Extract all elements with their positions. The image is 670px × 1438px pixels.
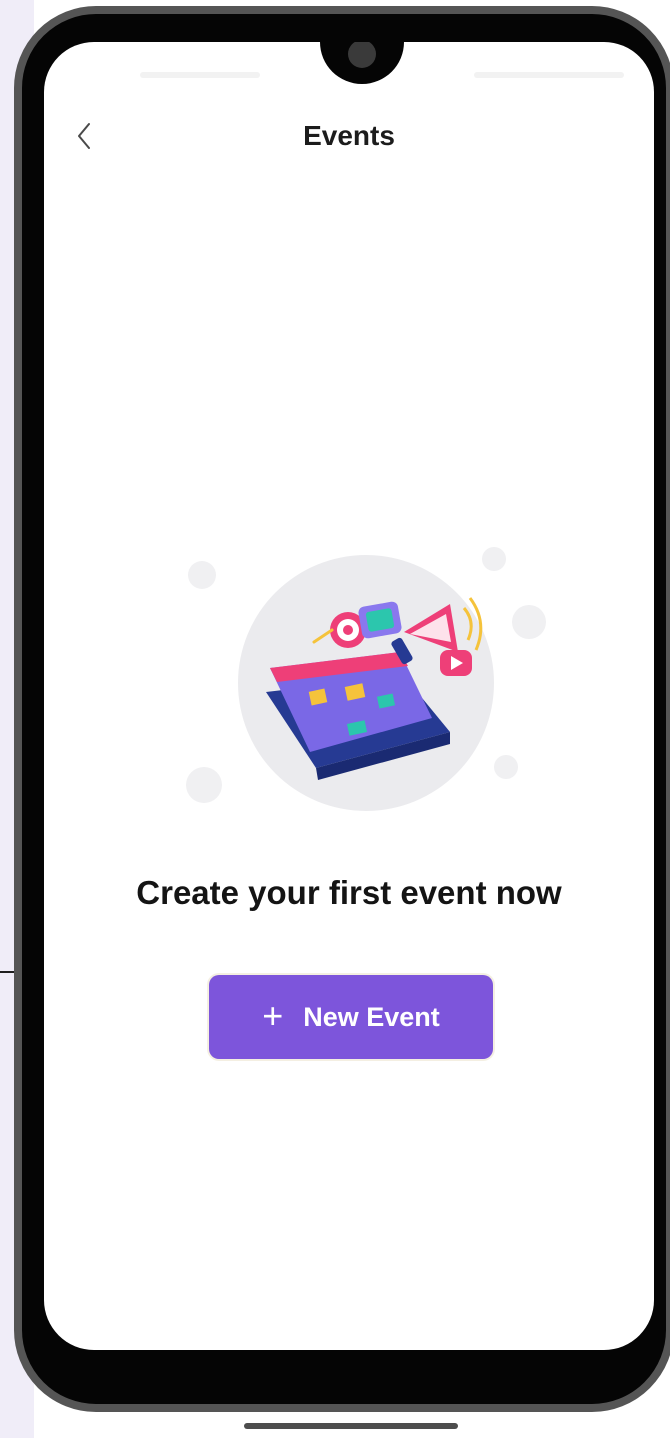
app-screen: Events Create your first event now + New…: [44, 42, 654, 1350]
event-celebration-illustration: [186, 547, 546, 811]
empty-state-illustration: [164, 522, 564, 852]
empty-state-heading: Create your first event now: [136, 874, 562, 911]
plus-icon: +: [262, 994, 284, 1036]
status-bar-left: [140, 72, 260, 78]
home-indicator[interactable]: [244, 1423, 458, 1429]
page-title: Events: [303, 120, 395, 151]
status-bar-right: [474, 72, 624, 78]
new-event-button[interactable]: + New Event: [209, 975, 493, 1059]
camera-notch: [320, 42, 404, 84]
new-event-label: New Event: [303, 1002, 440, 1032]
front-camera: [348, 42, 376, 68]
